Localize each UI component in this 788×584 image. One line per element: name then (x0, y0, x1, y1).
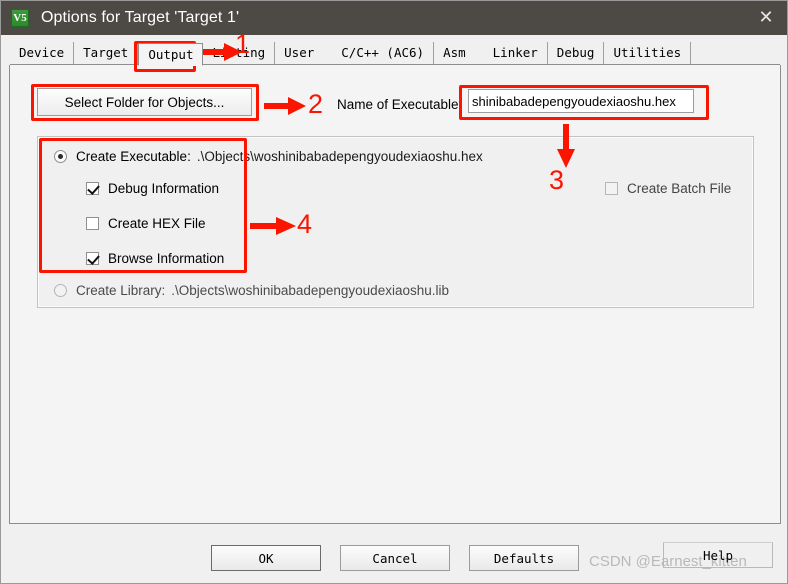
name-of-executable-label: Name of Executable: (337, 97, 463, 112)
browse-information-label: Browse Information (108, 251, 225, 266)
cancel-button[interactable]: Cancel (340, 545, 450, 571)
debug-information-checkbox[interactable] (86, 182, 99, 195)
tab-user[interactable]: User (275, 42, 323, 65)
tab-list: Device Target Output Listing User C/C++ … (10, 42, 692, 66)
browse-information-checkbox[interactable] (86, 252, 99, 265)
create-library-label: Create Library: (76, 283, 166, 298)
create-hex-file-label: Create HEX File (108, 216, 206, 231)
create-library-radio-row[interactable]: Create Library: .\Objects\woshinibabadep… (54, 283, 449, 298)
create-executable-radio[interactable] (54, 150, 67, 163)
debug-information-label: Debug Information (108, 181, 220, 196)
create-hex-file-checkbox[interactable] (86, 217, 99, 230)
window-title: Options for Target 'Target 1' (41, 9, 240, 26)
browse-information-row[interactable]: Browse Information (86, 251, 224, 266)
close-icon[interactable]: ✕ (743, 1, 787, 35)
select-folder-for-objects-button[interactable]: Select Folder for Objects... (37, 88, 252, 116)
create-executable-path: .\Objects\woshinibabadepengyoudexiaoshu.… (196, 149, 483, 164)
create-executable-label: Create Executable: (76, 149, 191, 164)
name-of-executable-input[interactable] (468, 89, 694, 113)
create-batch-file-checkbox[interactable] (605, 182, 618, 195)
tab-listing[interactable]: Listing (203, 42, 276, 65)
create-executable-radio-row[interactable]: Create Executable: .\Objects\woshinibaba… (54, 149, 483, 164)
debug-information-row[interactable]: Debug Information (86, 181, 219, 196)
tab-strip: Device Target Output Listing User C/C++ … (2, 35, 787, 66)
create-batch-file-label: Create Batch File (627, 181, 732, 196)
tab-asm[interactable]: Asm (434, 42, 475, 65)
output-options-group: Create Executable: .\Objects\woshinibaba… (37, 136, 754, 308)
tab-c-cpp[interactable]: C/C++ (AC6) (332, 42, 435, 65)
defaults-button[interactable]: Defaults (469, 545, 579, 571)
title-bar: V5 Options for Target 'Target 1' ✕ (1, 1, 787, 35)
tab-utilities[interactable]: Utilities (604, 42, 692, 65)
create-batch-file-row[interactable]: Create Batch File (605, 181, 731, 196)
help-button[interactable]: Help (663, 542, 773, 568)
tab-linker[interactable]: Linker (484, 42, 548, 65)
tab-debug[interactable]: Debug (548, 42, 605, 65)
create-library-radio[interactable] (54, 284, 67, 297)
options-dialog: V5 Options for Target 'Target 1' ✕ Devic… (0, 0, 788, 584)
uvision-logo-icon: V5 (11, 9, 29, 27)
ok-button[interactable]: OK (211, 545, 321, 571)
create-hex-file-row[interactable]: Create HEX File (86, 216, 206, 231)
tab-output[interactable]: Output (138, 43, 204, 66)
tab-target[interactable]: Target (74, 42, 139, 65)
create-library-path: .\Objects\woshinibabadepengyoudexiaoshu.… (171, 283, 449, 298)
tab-device[interactable]: Device (10, 42, 75, 65)
